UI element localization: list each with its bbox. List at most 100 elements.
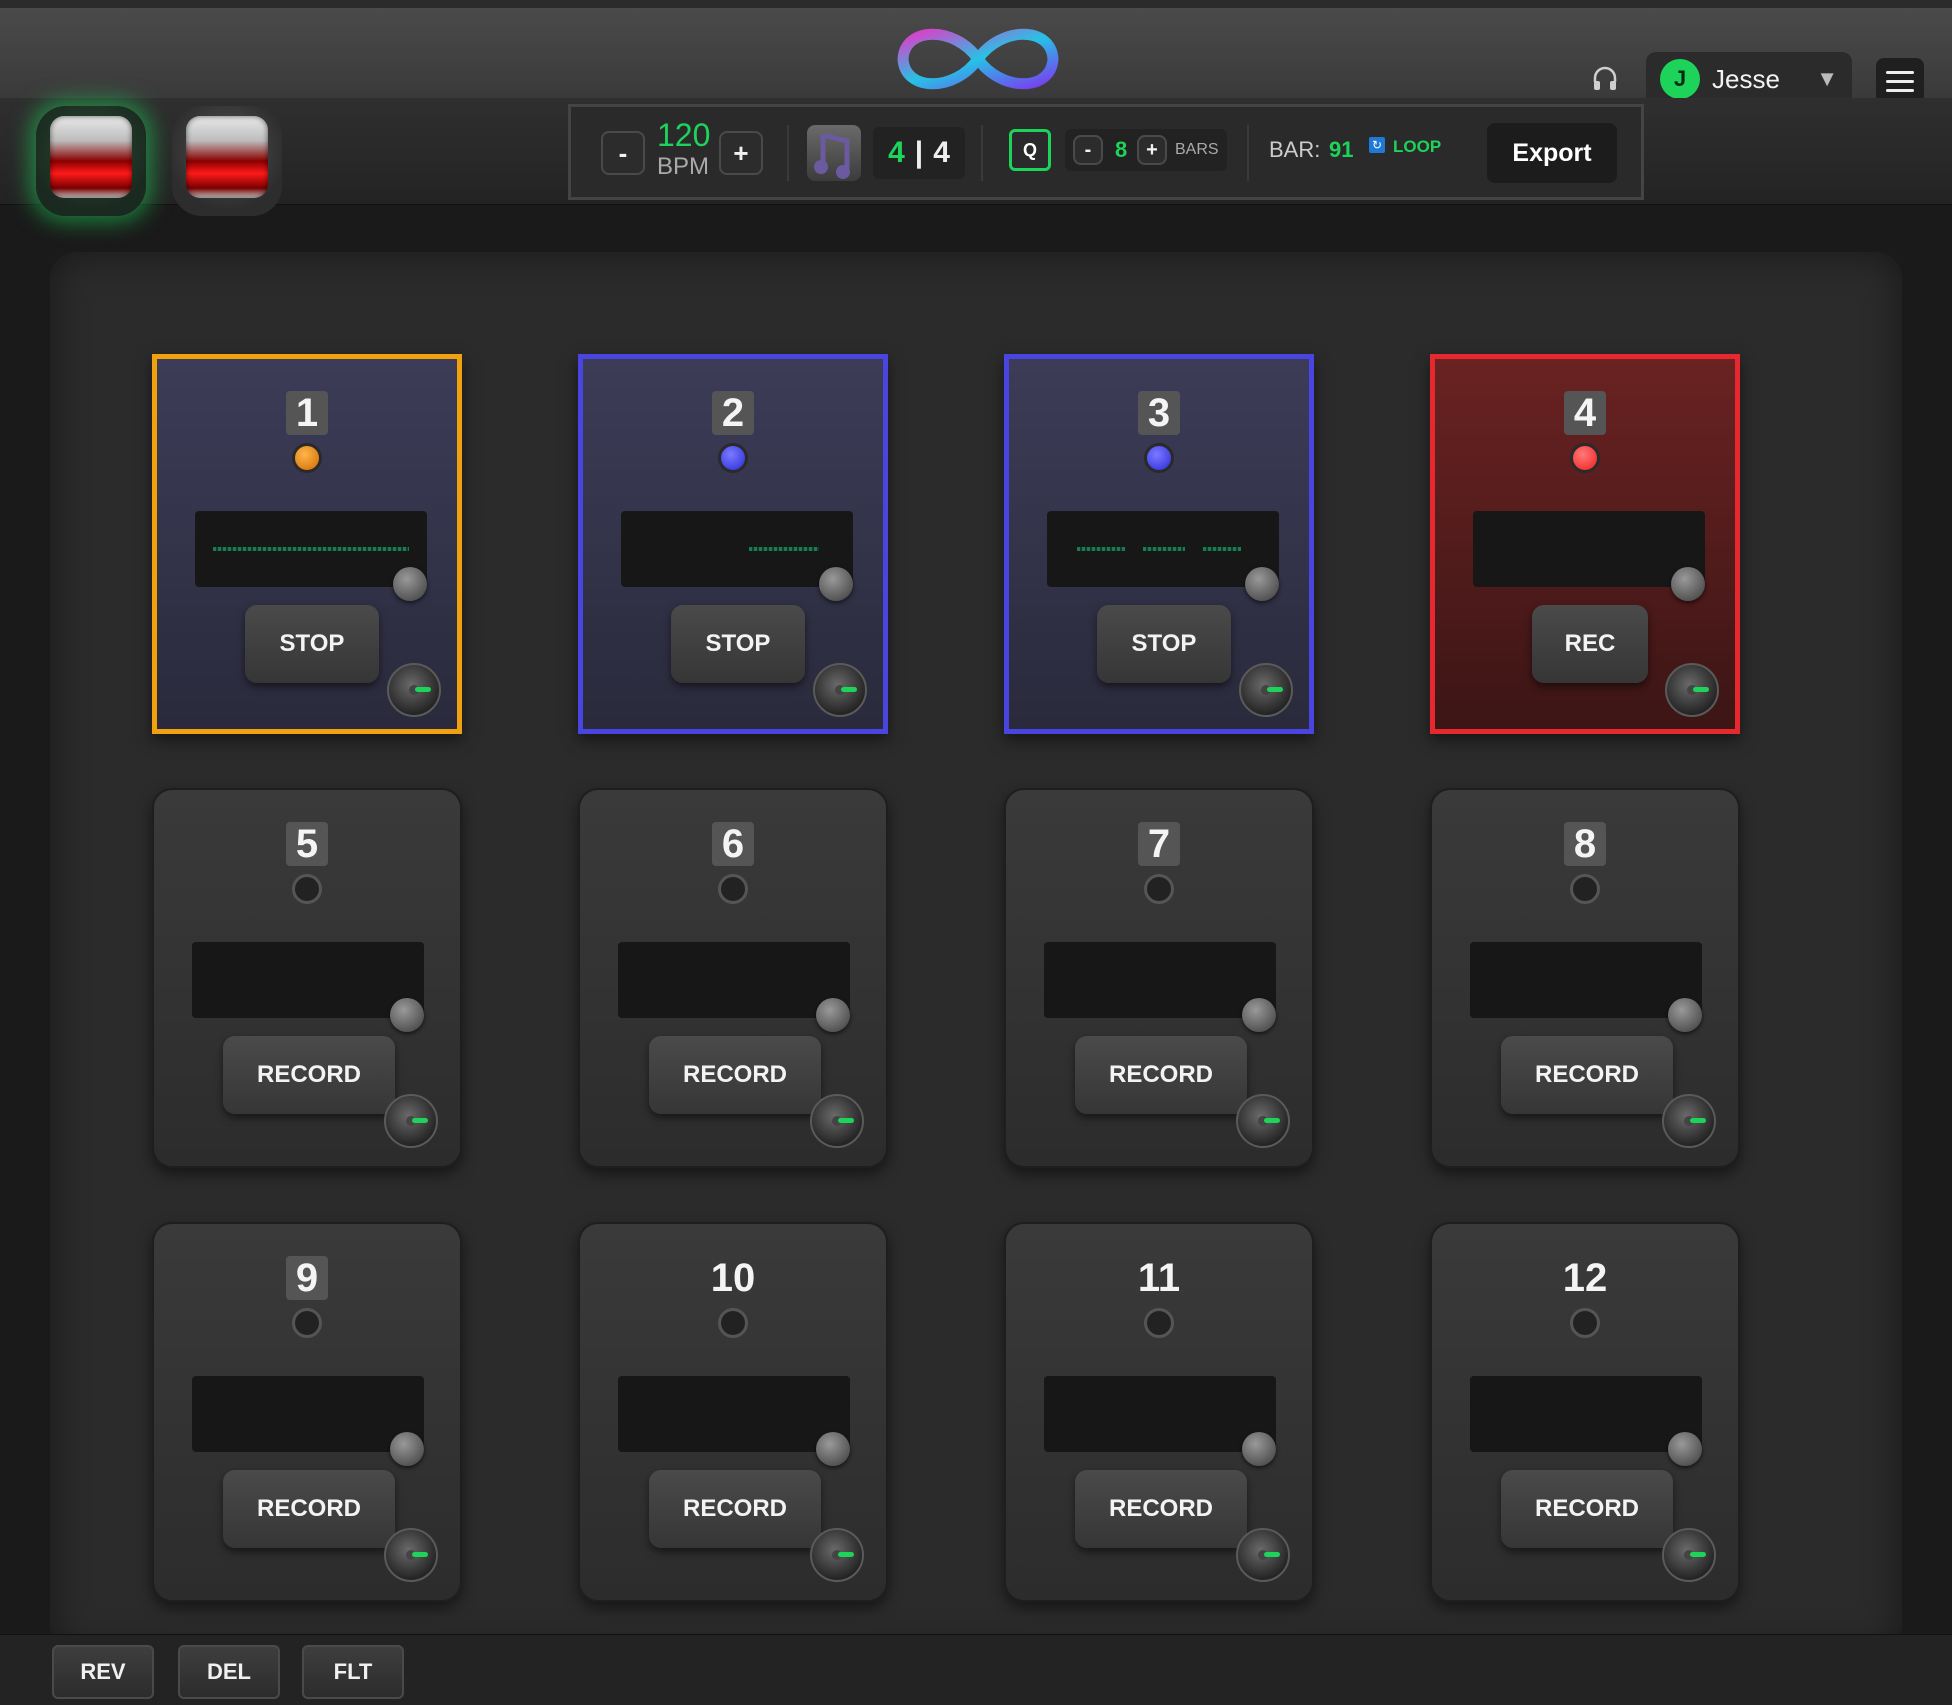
volume-knob[interactable] bbox=[384, 1094, 438, 1148]
divider bbox=[1247, 125, 1249, 181]
time-signature[interactable]: 4 | 4 bbox=[873, 127, 965, 179]
export-button[interactable]: Export bbox=[1487, 123, 1617, 183]
chevron-down-icon: ▼ bbox=[1816, 66, 1838, 91]
record-button[interactable]: RECORD bbox=[1075, 1036, 1247, 1114]
status-led bbox=[1144, 1308, 1174, 1338]
mini-knob[interactable] bbox=[819, 567, 853, 601]
mini-knob[interactable] bbox=[1668, 1432, 1702, 1466]
record-button[interactable]: RECORD bbox=[649, 1036, 821, 1114]
loop-number: 5 bbox=[286, 822, 328, 866]
volume-knob[interactable] bbox=[1236, 1094, 1290, 1148]
top-bar: J Jesse ▼ bbox=[0, 0, 1952, 106]
volume-knob[interactable] bbox=[384, 1528, 438, 1582]
loop-number: 9 bbox=[286, 1256, 328, 1300]
bars-plus-button[interactable]: + bbox=[1137, 135, 1167, 165]
master-record-button[interactable] bbox=[36, 106, 146, 216]
mini-knob[interactable] bbox=[1668, 998, 1702, 1032]
loop-cell-3[interactable]: 3 STOP bbox=[1004, 354, 1314, 734]
mini-knob[interactable] bbox=[816, 998, 850, 1032]
master-stop-button[interactable] bbox=[172, 106, 282, 216]
volume-knob[interactable] bbox=[810, 1094, 864, 1148]
filter-button[interactable]: FLT bbox=[302, 1645, 404, 1699]
mini-knob[interactable] bbox=[1242, 998, 1276, 1032]
waveform-display bbox=[195, 511, 427, 587]
mini-knob[interactable] bbox=[390, 998, 424, 1032]
loop-cell-9[interactable]: 9 RECORD bbox=[152, 1222, 462, 1602]
waveform-display bbox=[1044, 1376, 1276, 1452]
bars-minus-button[interactable]: - bbox=[1073, 135, 1103, 165]
headphones-icon[interactable] bbox=[1590, 64, 1620, 94]
volume-knob[interactable] bbox=[813, 663, 867, 717]
record-button[interactable]: RECORD bbox=[649, 1470, 821, 1548]
waveform-display bbox=[621, 511, 853, 587]
status-led bbox=[1570, 874, 1600, 904]
music-note-icon[interactable] bbox=[807, 125, 861, 181]
loop-number: 7 bbox=[1138, 822, 1180, 866]
waveform-display bbox=[1044, 942, 1276, 1018]
volume-knob[interactable] bbox=[1662, 1528, 1716, 1582]
mini-knob[interactable] bbox=[1245, 567, 1279, 601]
loop-cell-1[interactable]: 1 STOP bbox=[152, 354, 462, 734]
time-signature-top: 4 bbox=[888, 136, 905, 169]
stop-button[interactable]: STOP bbox=[245, 605, 379, 683]
volume-knob[interactable] bbox=[1236, 1528, 1290, 1582]
record-button[interactable]: RECORD bbox=[223, 1470, 395, 1548]
mini-knob[interactable] bbox=[390, 1432, 424, 1466]
status-led bbox=[718, 874, 748, 904]
loop-cell-10[interactable]: 10 RECORD bbox=[578, 1222, 888, 1602]
loop-cell-7[interactable]: 7 RECORD bbox=[1004, 788, 1314, 1168]
loop-cell-4[interactable]: 4 REC bbox=[1430, 354, 1740, 734]
waveform bbox=[1203, 547, 1241, 551]
volume-knob[interactable] bbox=[1665, 663, 1719, 717]
waveform bbox=[213, 547, 409, 551]
status-led bbox=[292, 1308, 322, 1338]
loop-label[interactable]: LOOP bbox=[1393, 137, 1441, 157]
record-button[interactable]: RECORD bbox=[223, 1036, 395, 1114]
rec-button[interactable]: REC bbox=[1532, 605, 1648, 683]
bpm-value: 120 bbox=[657, 117, 711, 153]
mini-knob[interactable] bbox=[1671, 567, 1705, 601]
volume-knob[interactable] bbox=[1239, 663, 1293, 717]
record-button[interactable]: RECORD bbox=[1501, 1036, 1673, 1114]
reverb-button[interactable]: REV bbox=[52, 1645, 154, 1699]
mini-knob[interactable] bbox=[816, 1432, 850, 1466]
loop-number: 6 bbox=[712, 822, 754, 866]
volume-knob[interactable] bbox=[387, 663, 441, 717]
volume-knob[interactable] bbox=[810, 1528, 864, 1582]
bpm-minus-button[interactable]: - bbox=[601, 131, 645, 175]
status-led bbox=[1570, 1308, 1600, 1338]
stop-button[interactable]: STOP bbox=[671, 605, 805, 683]
delay-button[interactable]: DEL bbox=[178, 1645, 280, 1699]
divider bbox=[981, 125, 983, 181]
loop-cell-12[interactable]: 12 RECORD bbox=[1430, 1222, 1740, 1602]
loop-number: 4 bbox=[1564, 391, 1606, 435]
mini-knob[interactable] bbox=[1242, 1432, 1276, 1466]
status-led bbox=[1144, 443, 1174, 473]
record-button[interactable]: RECORD bbox=[1501, 1470, 1673, 1548]
time-signature-bottom: 4 bbox=[933, 136, 950, 169]
status-led bbox=[718, 1308, 748, 1338]
loop-cell-6[interactable]: 6 RECORD bbox=[578, 788, 888, 1168]
loop-cell-11[interactable]: 11 RECORD bbox=[1004, 1222, 1314, 1602]
loop-cell-5[interactable]: 5 RECORD bbox=[152, 788, 462, 1168]
quantize-button[interactable]: Q bbox=[1009, 129, 1051, 171]
waveform-display bbox=[192, 1376, 424, 1452]
effects-bar: REV DEL FLT bbox=[0, 1634, 1952, 1705]
stop-button[interactable]: STOP bbox=[1097, 605, 1231, 683]
waveform-display bbox=[1470, 1376, 1702, 1452]
bars-control: - 8 + BARS bbox=[1065, 129, 1227, 171]
volume-knob[interactable] bbox=[1662, 1094, 1716, 1148]
loop-icon[interactable]: ↻ bbox=[1369, 137, 1385, 153]
record-button[interactable]: RECORD bbox=[1075, 1470, 1247, 1548]
loop-cell-8[interactable]: 8 RECORD bbox=[1430, 788, 1740, 1168]
bpm-plus-button[interactable]: + bbox=[719, 131, 763, 175]
waveform-display bbox=[618, 1376, 850, 1452]
bar-label: BAR: bbox=[1269, 137, 1321, 162]
mini-knob[interactable] bbox=[393, 567, 427, 601]
loop-cell-2[interactable]: 2 STOP bbox=[578, 354, 888, 734]
waveform-display bbox=[1473, 511, 1705, 587]
loop-number: 8 bbox=[1564, 822, 1606, 866]
status-led bbox=[292, 443, 322, 473]
status-led bbox=[718, 443, 748, 473]
avatar: J bbox=[1660, 59, 1700, 99]
